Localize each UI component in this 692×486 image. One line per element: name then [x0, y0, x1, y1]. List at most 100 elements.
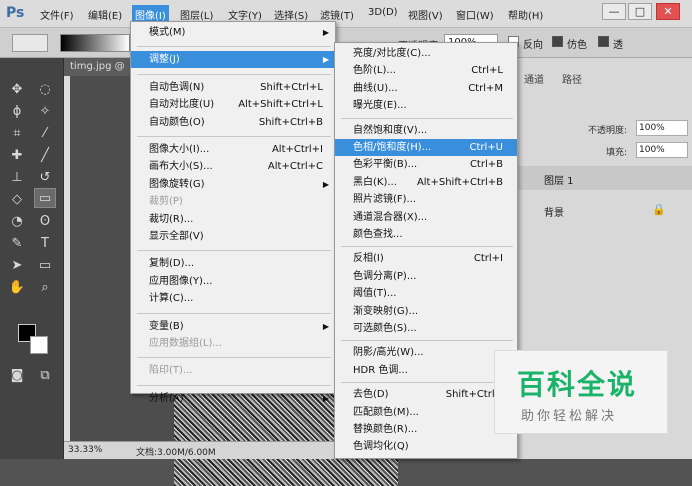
marquee-tool-icon[interactable]: ◌: [34, 80, 56, 100]
transparency-checkbox[interactable]: [598, 36, 609, 47]
shape-tool-icon[interactable]: ▭: [34, 256, 56, 276]
menu-item[interactable]: 调整(J) ▶: [131, 51, 335, 69]
menu-item[interactable]: 复制(D)...: [131, 255, 335, 272]
menu-item[interactable]: 变量(B) ▶: [131, 318, 335, 335]
hand-tool-icon[interactable]: ✋: [6, 278, 28, 298]
menu-item-label: 渐变映射(G)...: [353, 305, 419, 317]
menu-item[interactable]: 阴影/高光(W)...: [335, 344, 517, 361]
menu-item[interactable]: 裁切(R)...: [131, 211, 335, 228]
layer-row[interactable]: 图层 1: [516, 166, 692, 190]
menu-item-label: 阈值(T)...: [353, 288, 397, 300]
zoom-level[interactable]: 33.33%: [68, 445, 102, 455]
menu-item[interactable]: 匹配颜色(M)...: [335, 404, 517, 421]
minimize-button[interactable]: —: [602, 3, 626, 20]
tab-paths[interactable]: 路径: [562, 71, 582, 89]
menu-item[interactable]: 自然饱和度(V)...: [335, 122, 517, 139]
menu-item[interactable]: 自动颜色(O) Shift+Ctrl+B: [131, 114, 335, 131]
maximize-button[interactable]: □: [628, 3, 652, 20]
menu-item[interactable]: 色阶(L)... Ctrl+L: [335, 62, 517, 79]
menu-type[interactable]: 文字(Y): [228, 7, 262, 22]
menu-item[interactable]: 计算(C)...: [131, 290, 335, 307]
menu-item[interactable]: 应用图像(Y)...: [131, 273, 335, 290]
menu-item[interactable]: 显示全部(V): [131, 228, 335, 245]
fill-input[interactable]: 100%: [636, 142, 688, 158]
path-select-icon[interactable]: ➤: [6, 256, 28, 276]
menu-window[interactable]: 窗口(W): [456, 7, 494, 22]
brush-tool-icon[interactable]: ╱: [34, 146, 56, 166]
background-color-swatch[interactable]: [30, 336, 48, 354]
gradient-tool-icon[interactable]: ▭: [34, 188, 56, 208]
menu-view[interactable]: 视图(V): [408, 7, 443, 22]
crop-tool-icon[interactable]: ⌗: [6, 124, 28, 144]
blur-tool-icon[interactable]: ◔: [6, 212, 28, 232]
gradient-swatch[interactable]: [60, 34, 130, 52]
menu-layer[interactable]: 图层(L): [180, 7, 213, 22]
menu-item[interactable]: 自动色调(N) Shift+Ctrl+L: [131, 79, 335, 96]
menu-shortcut: Ctrl+L: [471, 65, 503, 77]
magic-wand-icon[interactable]: ✧: [34, 102, 56, 122]
dither-label: 仿色: [567, 40, 587, 51]
history-brush-icon[interactable]: ↺: [34, 168, 56, 188]
document-tab[interactable]: timg.jpg @: [64, 58, 136, 76]
menu-item[interactable]: 图像大小(I)... Alt+Ctrl+I: [131, 141, 335, 158]
layer-opacity-input[interactable]: 100%: [636, 120, 688, 136]
move-tool-icon[interactable]: ✥: [6, 80, 28, 100]
screen-mode-icon[interactable]: ⧉: [34, 366, 56, 386]
menu-separator: [137, 250, 331, 252]
dither-checkbox[interactable]: [552, 36, 563, 47]
menu-item[interactable]: 通道混合器(X)...: [335, 209, 517, 226]
eyedropper-icon[interactable]: ⁄: [34, 124, 56, 144]
menu-file[interactable]: 文件(F): [40, 7, 74, 22]
menu-help[interactable]: 帮助(H): [508, 7, 543, 22]
eraser-tool-icon[interactable]: ◇: [6, 190, 28, 210]
zoom-tool-icon[interactable]: ⌕: [34, 278, 56, 298]
healing-brush-icon[interactable]: ✚: [6, 146, 28, 166]
menu-item[interactable]: 画布大小(S)... Alt+Ctrl+C: [131, 158, 335, 175]
menu-item[interactable]: 色相/饱和度(H)... Ctrl+U: [335, 139, 517, 156]
lasso-tool-icon[interactable]: ϕ: [6, 102, 28, 122]
gradient-preset-icon[interactable]: [12, 34, 48, 52]
quick-mask-icon[interactable]: ◙: [6, 366, 28, 386]
menu-item[interactable]: 反相(I) Ctrl+I: [335, 250, 517, 267]
reverse-label: 反向: [523, 40, 543, 51]
menu-item-label: 裁剪(P): [149, 196, 183, 208]
menu-item[interactable]: 阈值(T)...: [335, 285, 517, 302]
layer-row[interactable]: 背景 🔒: [516, 198, 692, 222]
menu-item[interactable]: 色调均化(Q): [335, 438, 517, 455]
pen-tool-icon[interactable]: ✎: [6, 234, 28, 254]
menu-shortcut: Shift+Ctrl+B: [258, 116, 323, 128]
menu-item[interactable]: 颜色查找...: [335, 226, 517, 243]
menu-item[interactable]: 可选颜色(S)...: [335, 320, 517, 337]
menu-item[interactable]: 渐变映射(G)...: [335, 303, 517, 320]
menu-filter[interactable]: 滤镜(T): [320, 7, 354, 22]
menu-item-label: 显示全部(V): [149, 231, 204, 242]
menu-item[interactable]: 色彩平衡(B)... Ctrl+B: [335, 156, 517, 173]
menu-item[interactable]: 图像旋转(G) ▶: [131, 176, 335, 193]
menu-item[interactable]: 曝光度(E)...: [335, 97, 517, 114]
menu-item-label: 黑白(K)...: [353, 176, 397, 188]
menu-3d[interactable]: 3D(D): [368, 7, 398, 18]
menu-item[interactable]: 替换颜色(R)...: [335, 421, 517, 438]
tab-channels[interactable]: 通道: [524, 71, 544, 89]
close-button[interactable]: ✕: [656, 3, 680, 20]
menu-select[interactable]: 选择(S): [274, 7, 308, 22]
menu-item[interactable]: HDR 色调...: [335, 362, 517, 379]
menu-item[interactable]: 照片滤镜(F)...: [335, 191, 517, 208]
dodge-tool-icon[interactable]: ʘ: [34, 212, 56, 232]
vertical-ruler: [64, 76, 70, 441]
menu-item[interactable]: 去色(D) Shift+Ctrl+: [335, 386, 517, 403]
stamp-tool-icon[interactable]: ⊥: [6, 168, 28, 188]
menu-shortcut: Ctrl+M: [468, 82, 503, 94]
menu-item[interactable]: 亮度/对比度(C)...: [335, 45, 517, 62]
menu-edit[interactable]: 编辑(E): [88, 7, 122, 22]
menu-item[interactable]: 曲线(U)... Ctrl+M: [335, 80, 517, 97]
menu-item-label: 颜色查找...: [353, 229, 403, 240]
menu-item[interactable]: 自动对比度(U) Alt+Shift+Ctrl+L: [131, 96, 335, 113]
menu-shortcut: Alt+Ctrl+I: [271, 144, 323, 155]
menu-item[interactable]: 模式(M) ▶: [131, 24, 335, 41]
menu-item[interactable]: 黑白(K)... Alt+Shift+Ctrl+B: [335, 174, 517, 191]
type-tool-icon[interactable]: T: [34, 234, 56, 254]
menu-item[interactable]: 色调分离(P)...: [335, 268, 517, 285]
menu-item-label: 照片滤镜(F)...: [353, 194, 417, 206]
menu-item[interactable]: 分析(A) ▶: [131, 390, 335, 407]
